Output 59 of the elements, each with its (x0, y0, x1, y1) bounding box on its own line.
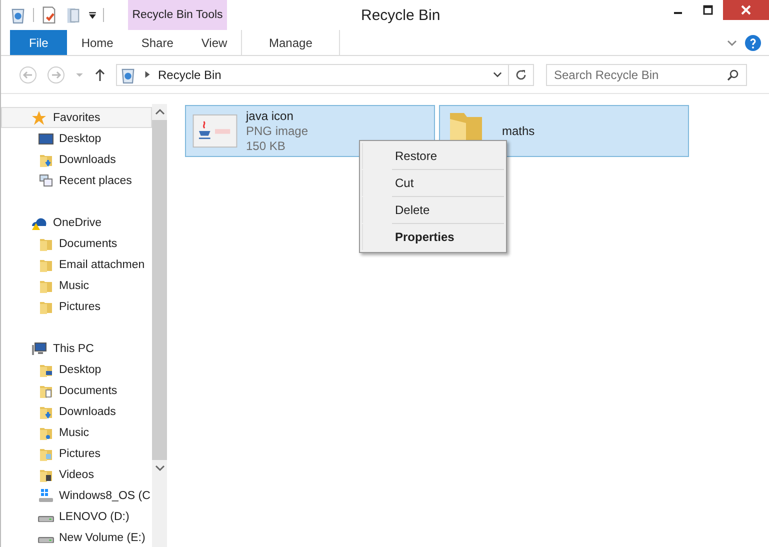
navigation-item[interactable]: Desktop (1, 359, 152, 380)
system-drive-icon (38, 488, 54, 504)
file-tile[interactable]: maths (439, 105, 689, 157)
file-size: 150 KB (246, 139, 286, 153)
maximize-icon (703, 5, 713, 15)
computer-icon (31, 340, 47, 356)
navigation-item[interactable]: Recent places (1, 170, 152, 191)
ribbon-tab[interactable]: View (187, 30, 242, 55)
close-button[interactable] (723, 0, 769, 20)
navigation-item[interactable]: Videos (1, 464, 152, 485)
expand-ribbon-icon[interactable] (727, 38, 737, 48)
navigation-item[interactable]: Desktop (1, 128, 152, 149)
navigation-item[interactable]: Music (1, 275, 152, 296)
star-icon (31, 110, 47, 126)
ribbon-tab[interactable]: Share (127, 30, 188, 55)
ribbon-tab[interactable]: Home (67, 30, 128, 55)
recent-places-icon (38, 172, 54, 188)
properties-icon[interactable] (40, 6, 58, 24)
navigation-item[interactable]: Downloads (1, 149, 152, 170)
scroll-down-icon[interactable] (154, 464, 164, 472)
scrollbar[interactable] (152, 104, 167, 547)
navigation-item[interactable]: LENOVO (D:) (1, 506, 152, 527)
file-name: java icon (246, 109, 294, 123)
breadcrumb-arrow-icon[interactable] (143, 70, 152, 79)
drive-icon (38, 516, 54, 522)
navigation-item[interactable]: Pictures (1, 443, 152, 464)
search-icon (727, 68, 739, 80)
recycle-bin-icon[interactable] (9, 6, 27, 24)
contextual-tab-group-label: Recycle Bin Tools (132, 9, 223, 21)
navigation-item[interactable]: OneDrive (1, 212, 152, 233)
file-type: PNG image (246, 124, 308, 138)
navigation-item[interactable]: This PC (1, 338, 152, 359)
up-arrow-icon[interactable] (94, 68, 106, 82)
search-field[interactable]: Search Recycle Bin (546, 64, 747, 86)
address-path: Recycle Bin (158, 68, 222, 82)
monitor-icon (38, 130, 54, 146)
navigation-item[interactable]: New Volume (E:) (1, 527, 152, 547)
close-icon (741, 5, 751, 15)
navigation-item[interactable]: Pictures (1, 296, 152, 317)
drive-icon (38, 536, 54, 544)
navigation-item[interactable]: Downloads (1, 401, 152, 422)
folder-name: maths (502, 124, 535, 138)
window-title: Recycle Bin (361, 6, 440, 24)
menu-item[interactable]: Properties (362, 224, 504, 250)
ribbon-tab[interactable]: Manage (241, 30, 340, 55)
minimize-icon (674, 12, 682, 14)
file-tab[interactable]: File (10, 30, 68, 55)
customize-dropdown-icon[interactable] (88, 10, 97, 20)
navigation-item[interactable]: Music (1, 422, 152, 443)
scroll-up-icon[interactable] (154, 108, 164, 116)
navigation-item[interactable]: Email attachmen (1, 254, 152, 275)
navigation-item[interactable]: Documents (1, 380, 152, 401)
navigation-item[interactable]: Windows8_OS (C (1, 485, 152, 506)
refresh-icon (515, 68, 527, 80)
address-bar[interactable]: Recycle Bin (116, 64, 534, 86)
navigation-item[interactable]: Documents (1, 233, 152, 254)
help-icon[interactable] (745, 34, 761, 50)
navigation-item[interactable]: Favorites (1, 107, 152, 128)
dropdown-chevron-icon[interactable] (493, 70, 502, 79)
